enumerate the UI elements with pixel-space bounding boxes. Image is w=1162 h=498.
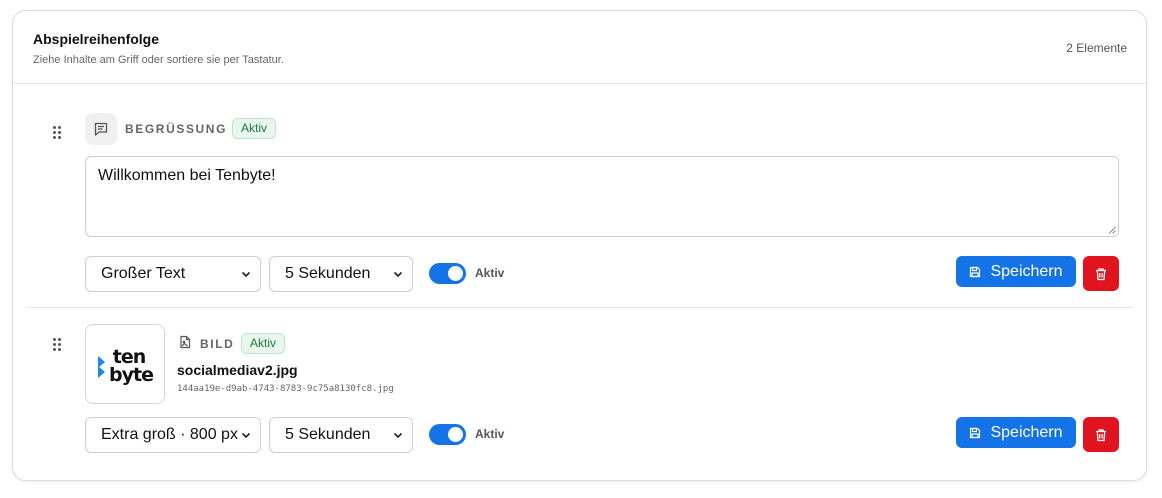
toggle-knob (448, 266, 463, 281)
card-subtitle: Ziehe Inhalte am Griff oder sortiere sie… (33, 54, 284, 66)
resize-handle-icon[interactable] (1108, 226, 1116, 234)
image-filename: socialmediav2.jpg (177, 362, 298, 378)
duration-value: 5 Sekunden (285, 426, 371, 443)
floppy-disk-icon (970, 427, 981, 438)
message-square-text-icon (85, 113, 117, 145)
greeting-text-input[interactable]: Willkommen bei Tenbyte! (85, 156, 1119, 237)
trash-icon (1096, 267, 1106, 280)
floppy-disk-icon (970, 266, 981, 277)
item-type-label: BILD (200, 337, 235, 351)
status-badge: Aktiv (232, 118, 277, 139)
item-type-label: BEGRÜSSUNG (125, 122, 228, 136)
delete-button[interactable] (1083, 256, 1119, 291)
toggle-knob (448, 427, 463, 442)
tenbyte-logo: ten byte (98, 346, 154, 386)
duration-value: 5 Sekunden (285, 265, 371, 282)
chevron-down-icon (241, 271, 251, 278)
save-button-label: Speichern (990, 262, 1063, 280)
duration-select[interactable]: 5 Sekunden (269, 417, 413, 453)
active-toggle[interactable] (429, 263, 466, 284)
save-button[interactable]: Speichern (956, 417, 1076, 448)
toggle-label: Aktiv (475, 266, 505, 280)
text-size-select[interactable]: Großer Text (85, 256, 261, 292)
image-file-id: 144aa19e-d9ab-4743-8783-9c75a8130fc8.jpg (177, 384, 394, 394)
file-image-icon (180, 335, 191, 349)
item-divider (27, 307, 1134, 308)
toggle-label: Aktiv (475, 427, 505, 441)
chevron-down-icon (241, 432, 251, 439)
image-size-value: Extra groß · 800 px (101, 426, 238, 443)
card-header: Abspielreihenfolge Ziehe Inhalte am Grif… (13, 11, 1146, 84)
playlist-card: Abspielreihenfolge Ziehe Inhalte am Grif… (12, 10, 1147, 481)
image-size-select[interactable]: Extra groß · 800 px (85, 417, 261, 453)
image-thumbnail: ten byte (85, 324, 165, 404)
drag-handle-icon[interactable] (53, 126, 63, 140)
svg-text:byte: byte (109, 364, 153, 386)
save-button[interactable]: Speichern (956, 256, 1076, 287)
text-size-value: Großer Text (101, 265, 186, 282)
drag-handle-icon[interactable] (53, 338, 63, 352)
greeting-text-value: Willkommen bei Tenbyte! (98, 167, 276, 184)
card-title: Abspielreihenfolge (33, 31, 160, 47)
delete-button[interactable] (1083, 417, 1119, 452)
item-count: 2 Elemente (1066, 41, 1127, 55)
status-badge: Aktiv (241, 333, 286, 354)
chevron-down-icon (393, 271, 403, 278)
active-toggle[interactable] (429, 424, 466, 445)
save-button-label: Speichern (990, 423, 1063, 441)
duration-select[interactable]: 5 Sekunden (269, 256, 413, 292)
chevron-down-icon (393, 432, 403, 439)
trash-icon (1096, 428, 1106, 441)
